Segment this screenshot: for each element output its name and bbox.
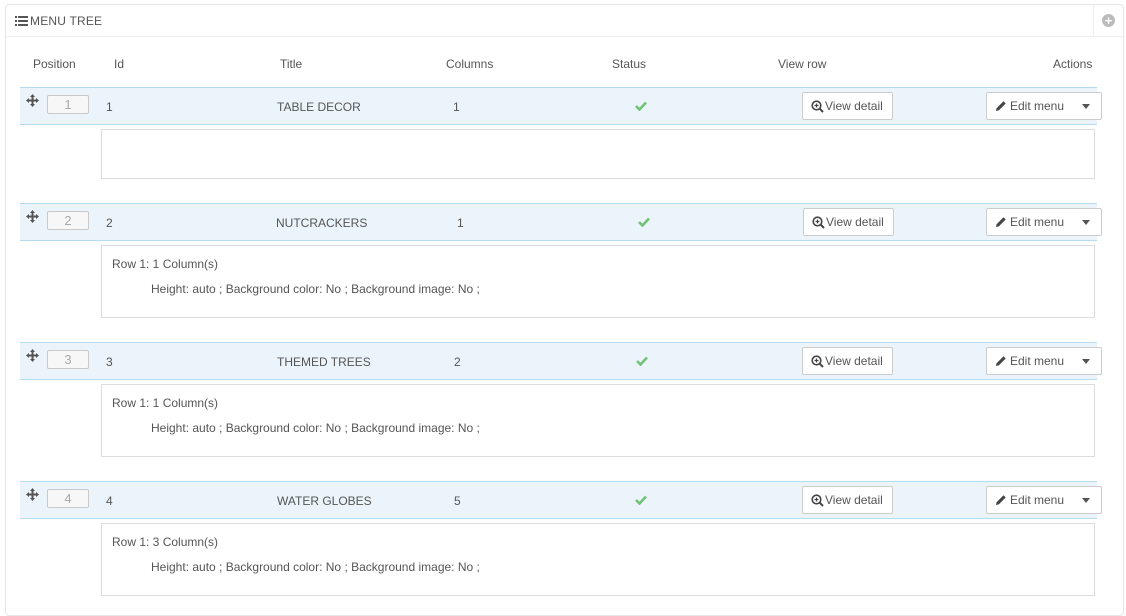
detail-row-props: Height: auto ; Background color: No ; Ba… — [151, 421, 480, 435]
row-id: 2 — [106, 216, 113, 230]
edit-menu-button[interactable]: Edit menu — [986, 92, 1102, 120]
edit-menu-label: Edit menu — [1010, 354, 1065, 368]
actions-dropdown-toggle[interactable] — [1071, 348, 1101, 374]
edit-menu-button[interactable]: Edit menu — [986, 347, 1102, 375]
zoom-in-icon — [812, 215, 825, 229]
row-columns: 5 — [454, 494, 461, 508]
edit-menu-label: Edit menu — [1010, 215, 1065, 229]
position-cell: 1 — [20, 88, 100, 124]
position-cell: 2 — [20, 204, 100, 240]
caret-down-icon — [1082, 498, 1090, 503]
row-title: THEMED TREES — [277, 355, 371, 369]
pencil-icon — [996, 495, 1006, 505]
move-icon[interactable] — [26, 488, 39, 501]
row-title: NUTCRACKERS — [276, 216, 368, 230]
view-detail-button[interactable]: View detail — [802, 486, 893, 514]
position-cell: 4 — [20, 482, 100, 518]
column-header-id: Id — [114, 57, 125, 71]
pencil-icon — [996, 356, 1006, 366]
check-icon — [635, 101, 647, 111]
row-detail-box — [101, 129, 1095, 179]
view-detail-label: View detail — [825, 493, 883, 507]
table-row — [20, 481, 1097, 519]
actions-dropdown-toggle[interactable] — [1071, 487, 1101, 513]
panel-title-text: MENU TREE — [30, 14, 103, 28]
row-id: 1 — [106, 100, 113, 114]
plus-circle-icon[interactable]: + — [1102, 14, 1115, 27]
list-icon — [15, 16, 28, 26]
view-detail-button[interactable]: View detail — [803, 208, 894, 236]
panel-title: MENU TREE — [15, 14, 102, 28]
row-id: 4 — [106, 494, 113, 508]
zoom-in-icon — [811, 99, 824, 113]
caret-down-icon — [1082, 359, 1090, 364]
check-icon — [636, 356, 648, 366]
detail-row-summary: Row 1: 1 Column(s) — [112, 396, 219, 410]
column-header-view-row: View row — [778, 57, 827, 71]
position-cell: 3 — [20, 343, 100, 379]
position-input[interactable]: 4 — [47, 489, 89, 508]
check-icon — [635, 495, 647, 505]
zoom-in-icon — [811, 354, 824, 368]
table-row — [20, 87, 1097, 125]
table-row — [20, 203, 1097, 241]
row-detail-box: Row 1: 1 Column(s) Height: auto ; Backgr… — [101, 245, 1095, 318]
detail-row-summary: Row 1: 3 Column(s) — [112, 535, 219, 549]
column-header-columns: Columns — [446, 57, 494, 71]
row-title: WATER GLOBES — [277, 494, 372, 508]
pencil-icon — [996, 217, 1006, 227]
edit-menu-button[interactable]: Edit menu — [986, 486, 1102, 514]
table-row — [20, 342, 1097, 380]
add-menu-area[interactable]: + — [1093, 5, 1123, 36]
row-columns: 1 — [453, 100, 460, 114]
pencil-icon — [996, 101, 1006, 111]
edit-menu-label: Edit menu — [1010, 493, 1065, 507]
position-input[interactable]: 2 — [47, 211, 89, 230]
move-icon[interactable] — [26, 210, 39, 223]
row-id: 3 — [106, 355, 113, 369]
caret-down-icon — [1082, 104, 1090, 109]
move-icon[interactable] — [26, 349, 39, 362]
position-input[interactable]: 3 — [47, 350, 89, 369]
column-header-title: Title — [280, 57, 303, 71]
column-header-position: Position — [33, 57, 76, 71]
row-title: TABLE DECOR — [277, 100, 361, 114]
row-columns: 1 — [457, 216, 464, 230]
row-columns: 2 — [454, 355, 461, 369]
actions-dropdown-toggle[interactable] — [1071, 93, 1101, 119]
zoom-in-icon — [811, 493, 824, 507]
detail-row-props: Height: auto ; Background color: No ; Ba… — [151, 282, 480, 296]
row-detail-box: Row 1: 3 Column(s) Height: auto ; Backgr… — [101, 523, 1095, 596]
view-detail-button[interactable]: View detail — [802, 92, 893, 120]
view-detail-label: View detail — [825, 99, 883, 113]
row-detail-box: Row 1: 1 Column(s) Height: auto ; Backgr… — [101, 384, 1095, 457]
check-icon — [638, 217, 650, 227]
position-input[interactable]: 1 — [47, 95, 89, 114]
detail-row-summary: Row 1: 1 Column(s) — [112, 257, 219, 271]
view-detail-label: View detail — [826, 215, 884, 229]
view-detail-button[interactable]: View detail — [802, 347, 893, 375]
panel-header: MENU TREE + — [6, 5, 1123, 37]
edit-menu-button[interactable]: Edit menu — [986, 208, 1102, 236]
view-detail-label: View detail — [825, 354, 883, 368]
actions-dropdown-toggle[interactable] — [1071, 209, 1101, 235]
column-header-actions: Actions — [1053, 57, 1093, 71]
detail-row-props: Height: auto ; Background color: No ; Ba… — [151, 560, 480, 574]
column-header-status: Status — [612, 57, 647, 71]
move-icon[interactable] — [26, 94, 39, 107]
caret-down-icon — [1082, 220, 1090, 225]
edit-menu-label: Edit menu — [1010, 99, 1065, 113]
